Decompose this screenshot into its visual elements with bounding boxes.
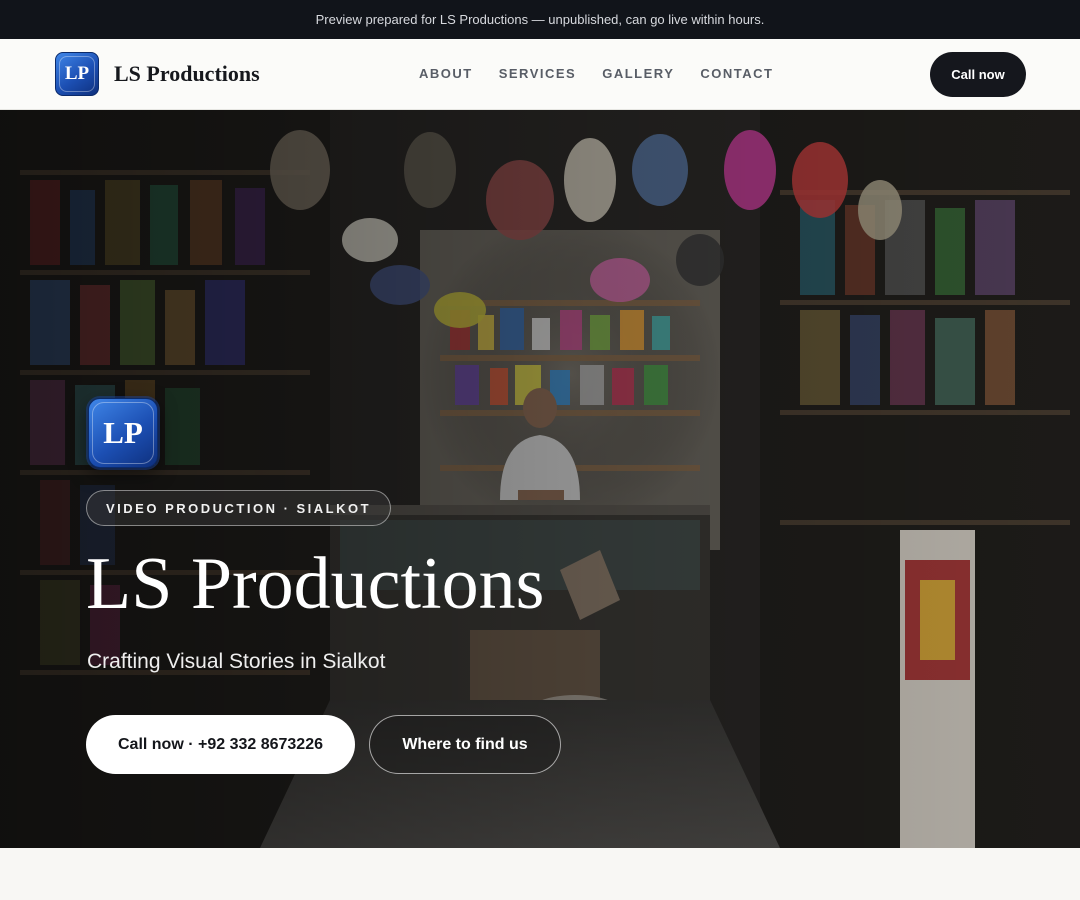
hero-logo-inner-border — [92, 402, 154, 464]
hero-tagline-pill: VIDEO PRODUCTION · SIALKOT — [86, 490, 392, 526]
nav-link-about[interactable]: ABOUT — [419, 66, 473, 81]
hero-logo: LP — [88, 398, 158, 468]
hero-section: LP VIDEO PRODUCTION · SIALKOT LS Product… — [0, 110, 1080, 848]
main-nav: ABOUT SERVICES GALLERY CONTACT — [419, 66, 773, 81]
header-call-button[interactable]: Call now — [930, 52, 1026, 97]
site-header: LP LS Productions ABOUT SERVICES GALLERY… — [0, 39, 1080, 110]
nav-link-services[interactable]: SERVICES — [499, 66, 577, 81]
nav-link-contact[interactable]: CONTACT — [700, 66, 773, 81]
brand-name[interactable]: LS Productions — [114, 61, 260, 87]
brand-logo[interactable]: LP — [55, 52, 99, 96]
hero-find-us-button[interactable]: Where to find us — [369, 715, 561, 774]
hero-tagline-text: VIDEO PRODUCTION · SIALKOT — [106, 500, 372, 516]
hero-call-button[interactable]: Call now · +92 332 8673226 — [86, 715, 355, 774]
logo-inner-border — [59, 56, 95, 92]
nav-link-gallery[interactable]: GALLERY — [602, 66, 674, 81]
announcement-text: Preview prepared for LS Productions — un… — [315, 12, 765, 27]
announcement-bar: Preview prepared for LS Productions — un… — [0, 0, 1080, 39]
hero-subtitle: Crafting Visual Stories in Sialkot — [87, 650, 386, 673]
hero-title: LS Productions — [86, 543, 545, 625]
